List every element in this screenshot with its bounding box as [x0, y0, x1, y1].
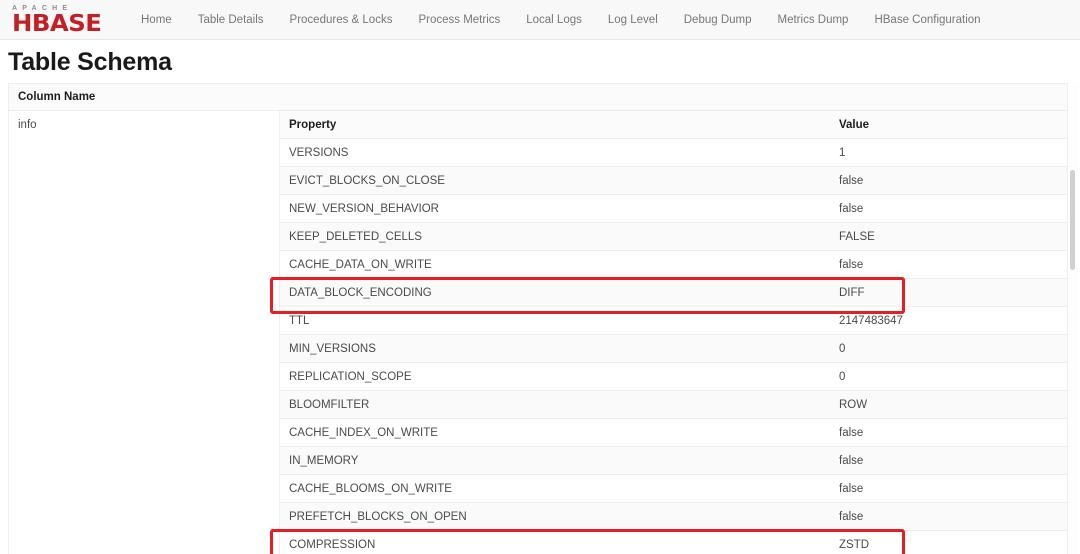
table-row: CACHE_DATA_ON_WRITEfalse	[280, 251, 1067, 279]
nav-item-local-logs[interactable]: Local Logs	[513, 0, 595, 40]
nav-item-hbase-configuration[interactable]: HBase Configuration	[861, 0, 993, 40]
table-row: CACHE_BLOOMS_ON_WRITEfalse	[280, 475, 1067, 503]
cell-property: CACHE_BLOOMS_ON_WRITE	[280, 483, 832, 495]
cell-property: CACHE_INDEX_ON_WRITE	[280, 427, 832, 439]
table-row: REPLICATION_SCOPE0	[280, 363, 1067, 391]
cell-value: 1	[832, 147, 1067, 159]
cell-property: IN_MEMORY	[280, 455, 832, 467]
value-column-header: Value	[832, 119, 1067, 131]
cell-property: REPLICATION_SCOPE	[280, 371, 832, 383]
cell-property: TTL	[280, 315, 832, 327]
table-row: EVICT_BLOCKS_ON_CLOSEfalse	[280, 167, 1067, 195]
nav-item-log-level[interactable]: Log Level	[595, 0, 671, 40]
cell-property: EVICT_BLOCKS_ON_CLOSE	[280, 175, 832, 187]
cell-value: 2147483647	[832, 315, 1067, 327]
cell-value: false	[832, 455, 1067, 467]
property-table-header-row: PropertyValue	[280, 111, 1067, 139]
cell-value: 0	[832, 371, 1067, 383]
cell-property: PREFETCH_BLOCKS_ON_OPEN	[280, 511, 832, 523]
cell-value: false	[832, 203, 1067, 215]
cell-value: DIFF	[832, 287, 1067, 299]
cell-property: KEEP_DELETED_CELLS	[280, 231, 832, 243]
property-column-header: Property	[280, 119, 832, 131]
table-row: PREFETCH_BLOCKS_ON_OPENfalse	[280, 503, 1067, 531]
table-row: MIN_VERSIONS0	[280, 335, 1067, 363]
table-row: DATA_BLOCK_ENCODINGDIFF	[280, 279, 1067, 307]
cell-property: CACHE_DATA_ON_WRITE	[280, 259, 832, 271]
cell-value: false	[832, 259, 1067, 271]
cell-property: COMPRESSION	[280, 539, 832, 551]
nav-item-procedures-locks[interactable]: Procedures & Locks	[277, 0, 406, 40]
cell-value: FALSE	[832, 231, 1067, 243]
logo-hbase-text: HBASE	[12, 13, 120, 35]
hbase-logo[interactable]: APACHE HBASE	[10, 3, 114, 37]
nav-item-debug-dump[interactable]: Debug Dump	[671, 0, 765, 40]
cell-property: DATA_BLOCK_ENCODING	[280, 287, 832, 299]
cell-value: false	[832, 511, 1067, 523]
table-row: IN_MEMORYfalse	[280, 447, 1067, 475]
cell-property: MIN_VERSIONS	[280, 343, 832, 355]
cell-value: ROW	[832, 399, 1067, 411]
cell-value: false	[832, 175, 1067, 187]
page-title: Table Schema	[0, 40, 1080, 83]
nav-item-table-details[interactable]: Table Details	[185, 0, 277, 40]
vertical-scrollbar-track[interactable]	[1070, 85, 1078, 554]
table-row: KEEP_DELETED_CELLSFALSE	[280, 223, 1067, 251]
cell-value: ZSTD	[832, 539, 1067, 551]
cell-property: BLOOMFILTER	[280, 399, 832, 411]
column-family-row: info PropertyValueVERSIONS1EVICT_BLOCKS_…	[9, 111, 1067, 554]
table-row: BLOOMFILTERROW	[280, 391, 1067, 419]
cell-value: false	[832, 483, 1067, 495]
vertical-scrollbar-thumb[interactable]	[1070, 170, 1075, 270]
cell-value: 0	[832, 343, 1067, 355]
cell-property: NEW_VERSION_BEHAVIOR	[280, 203, 832, 215]
cell-property: VERSIONS	[280, 147, 832, 159]
nav-item-home[interactable]: Home	[128, 0, 185, 40]
table-row: TTL2147483647	[280, 307, 1067, 335]
nav-menu: Home Table Details Procedures & Locks Pr…	[128, 0, 994, 40]
table-row: VERSIONS1	[280, 139, 1067, 167]
property-value-table: PropertyValueVERSIONS1EVICT_BLOCKS_ON_CL…	[279, 111, 1067, 554]
top-navbar: APACHE HBASE Home Table Details Procedur…	[0, 0, 1080, 40]
column-name-header: Column Name	[9, 84, 1067, 111]
column-family-name: info	[9, 111, 279, 131]
nav-item-metrics-dump[interactable]: Metrics Dump	[765, 0, 862, 40]
table-row: COMPRESSIONZSTD	[280, 531, 1067, 554]
table-row: NEW_VERSION_BEHAVIORfalse	[280, 195, 1067, 223]
cell-value: false	[832, 427, 1067, 439]
nav-item-process-metrics[interactable]: Process Metrics	[405, 0, 513, 40]
table-schema-container: Column Name info PropertyValueVERSIONS1E…	[8, 83, 1068, 554]
table-row: CACHE_INDEX_ON_WRITEfalse	[280, 419, 1067, 447]
